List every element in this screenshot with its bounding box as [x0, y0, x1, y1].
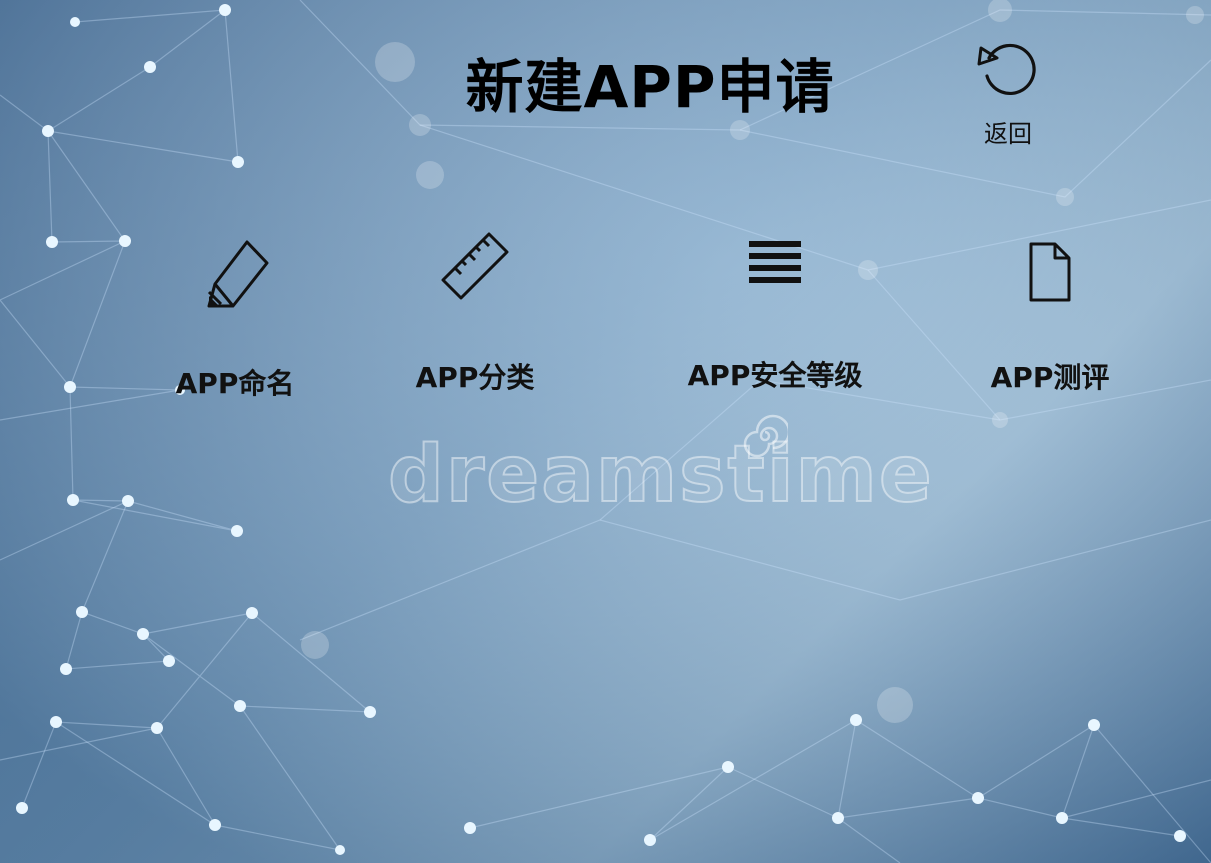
pencil-icon — [207, 240, 269, 308]
menu-item-app-evaluation[interactable]: APP测评 — [975, 240, 1125, 396]
back-button[interactable]: 返回 — [968, 36, 1048, 149]
menu-item-label: APP测评 — [990, 361, 1110, 394]
undo-icon — [977, 43, 1036, 96]
menu-item-app-security-level[interactable]: APP安全等级 — [675, 234, 875, 394]
document-icon — [1029, 242, 1071, 302]
menu-item-app-naming[interactable]: APP命名 — [160, 236, 310, 402]
menu-item-label: APP分类 — [415, 361, 535, 394]
watermark-swirl-icon — [743, 414, 788, 458]
menu-item-label: APP命名 — [175, 367, 295, 400]
page-title: 新建APP申请 — [465, 53, 835, 121]
menu-item-label: APP安全等级 — [687, 359, 863, 392]
back-label: 返回 — [984, 120, 1032, 148]
ruler-icon — [441, 232, 509, 300]
watermark: dreamstime — [387, 429, 934, 521]
menu-item-app-category[interactable]: APP分类 — [400, 230, 550, 396]
list-lines-icon — [749, 241, 801, 283]
